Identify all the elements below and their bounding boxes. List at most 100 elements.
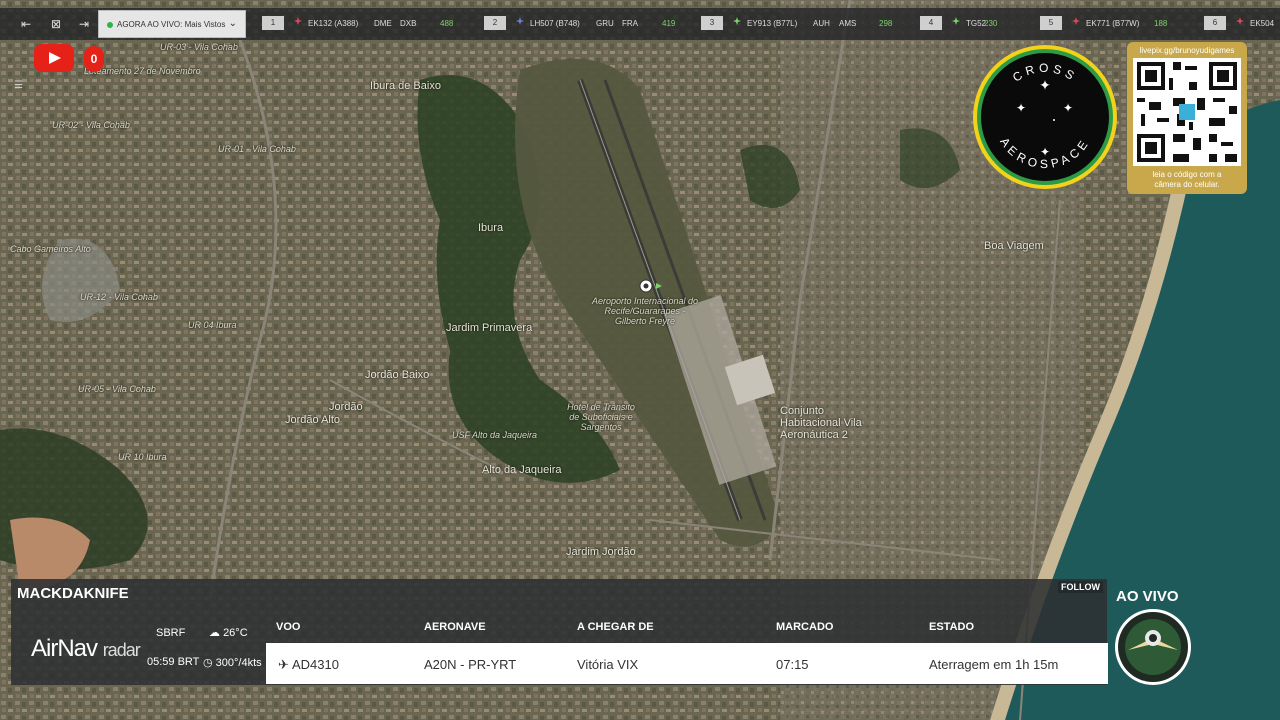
plane-icon <box>516 17 524 25</box>
plane-icon <box>294 17 302 25</box>
flight-number: AD4310 <box>292 657 339 672</box>
dropdown-label: AGORA AO VIVO: Mais Vistos <box>117 20 226 29</box>
svg-text:✦: ✦ <box>1063 101 1073 115</box>
table-row[interactable]: ✈ AD4310 A20N - PR-YRT Vitória VIX 07:15… <box>266 643 1108 684</box>
wind-value: 300°/4kts <box>215 657 262 669</box>
top-flights-bar: ⇤ ⊠ ⇥ AGORA AO VIVO: Mais Vistos ⌄ 1 EK13… <box>0 8 1280 40</box>
map-label: Cabo Gameiros Alto <box>10 244 91 254</box>
wind-icon: ◷ <box>203 657 213 669</box>
map-label: Jordão Baixo <box>365 369 430 381</box>
col-origem: A CHEGAR DE <box>577 621 654 633</box>
flight-dest: AMS <box>839 19 857 28</box>
airport-code: SBRF <box>156 627 186 639</box>
local-time: 05:59 BRT <box>147 656 200 668</box>
col-marcado: MARCADO <box>776 621 834 633</box>
flight-callsign: EK504 <box>1250 19 1275 28</box>
plane-icon <box>733 17 741 25</box>
map-label: UR-03 - Vila Cohab <box>160 42 238 52</box>
donation-qr-card[interactable]: livepix.gg/brunoyudigames leia o código … <box>1127 42 1247 194</box>
close-panel-icon[interactable]: ⊠ <box>48 16 64 32</box>
flight-rank: 5 <box>1040 16 1062 30</box>
qr-code-image <box>1133 58 1241 166</box>
temperature: ☁ 26°C <box>209 626 248 639</box>
airport-label: Aeroporto Internacional do Recife/Guarar… <box>591 296 699 326</box>
flight-rank: 6 <box>1204 16 1226 30</box>
flight-rank: 3 <box>701 16 723 30</box>
map-label: Jordão Alto <box>285 414 341 426</box>
list-icon[interactable]: ☰ <box>14 80 28 92</box>
flight-callsign: TG52 <box>966 19 987 28</box>
map-label: UR-02 - Vila Cohab <box>52 120 130 130</box>
col-voo: VOO <box>276 621 301 633</box>
map-label: UR 04 Ibura <box>188 320 237 330</box>
map-label: USF Alto da Jaqueira <box>452 430 538 440</box>
viewer-count: 419 <box>662 19 676 28</box>
channel-badge-logo <box>1115 609 1191 685</box>
viewer-count: 188 <box>1154 19 1168 28</box>
live-dot-icon <box>107 22 113 28</box>
temperature-value: 26°C <box>223 627 248 639</box>
map-label: Jardim Jordão <box>566 546 636 558</box>
svg-text:✦: ✦ <box>1016 101 1026 115</box>
next-icon[interactable]: ⇥ <box>76 16 92 32</box>
qr-hint-line2: câmera do celular. <box>1154 180 1220 189</box>
flight-dest: FRA <box>622 19 638 28</box>
svg-text:✦: ✦ <box>1040 145 1050 159</box>
live-label: AO VIVO <box>1116 588 1179 605</box>
flight-rank: 1 <box>262 16 284 30</box>
airnav-logo: AirNav radar <box>31 635 141 663</box>
plane-icon <box>952 17 960 25</box>
map-label: Ibura de Baixo <box>370 80 441 92</box>
flight-callsign: LH507 (B748) <box>530 19 580 28</box>
live-view-dropdown[interactable]: AGORA AO VIVO: Mais Vistos ⌄ <box>98 10 246 38</box>
svg-text:✦: ✦ <box>1039 78 1051 94</box>
map-label: UR 10 Ibura <box>118 452 167 462</box>
flight-origin: AUH <box>813 19 830 28</box>
plane-icon: ✈ <box>278 657 289 672</box>
flight-status: Aterragem em 1h 15m <box>929 657 1059 672</box>
flight-rank: 4 <box>920 16 942 30</box>
plane-icon <box>1072 17 1080 25</box>
brand-main: AirNav <box>31 635 98 662</box>
follow-button[interactable]: FOLLOW <box>1058 581 1103 593</box>
flight-callsign: EK771 (B77W) <box>1086 19 1140 28</box>
scheduled-time: 07:15 <box>776 657 809 672</box>
map-label: Conjunto Habitacional Vila Aeronáutica 2 <box>780 405 862 441</box>
origin: Vitória VIX <box>577 657 639 672</box>
youtube-count-badge: 0 <box>84 46 104 72</box>
map-label: UR-05 - Vila Cohab <box>78 384 156 394</box>
flight-origin: GRU <box>596 19 614 28</box>
cloud-icon: ☁ <box>209 627 220 639</box>
col-estado: ESTADO <box>929 621 975 633</box>
viewer-count: 488 <box>440 19 454 28</box>
map-label: Jardim Primavera <box>446 322 533 334</box>
flight-origin: DME <box>374 19 392 28</box>
flight-info-panel: MACKDAKNIFE FOLLOW AirNav radar SBRF 05:… <box>11 579 1108 685</box>
map-label: UR-01 - Vila Cohab <box>218 144 296 154</box>
flight-rank: 2 <box>484 16 506 30</box>
aircraft: A20N - PR-YRT <box>424 657 517 672</box>
map-label: Alto da Jaqueira <box>482 464 562 476</box>
cross-aerospace-logo: CROSS AEROSPACE ✦ ✦ ✦ ✦ <box>973 45 1117 189</box>
map-label: UR-12 - Vila Cohab <box>80 292 158 302</box>
qr-hint-line1: leia o código com a <box>1152 170 1222 179</box>
map-label: Jordão <box>329 401 363 413</box>
map-label: Boa Viagem <box>984 240 1044 252</box>
map-label: Hotel de Trânsito de Suboficiais e Sarge… <box>567 402 635 432</box>
brand-sub: radar <box>102 640 141 660</box>
collapse-icon[interactable]: ⇤ <box>18 16 34 32</box>
viewer-count: 298 <box>879 19 893 28</box>
qr-url: livepix.gg/brunoyudigames <box>1139 46 1235 55</box>
map-label: Ibura <box>478 222 504 234</box>
flight-dest: DXB <box>400 19 417 28</box>
flight-callsign: EY913 (B77L) <box>747 19 798 28</box>
chevron-down-icon: ⌄ <box>228 18 237 29</box>
flight-callsign: EK132 (A388) <box>308 19 359 28</box>
col-aeronave: AERONAVE <box>424 621 486 633</box>
flight-table-header: VOO AERONAVE A CHEGAR DE MARCADO ESTADO <box>266 619 1108 643</box>
plane-icon <box>1236 17 1244 25</box>
username: MACKDAKNIFE <box>17 585 129 602</box>
youtube-icon[interactable] <box>34 44 74 72</box>
viewer-count: 230 <box>984 19 998 28</box>
qr-hint: leia o código com a câmera do celular. <box>1127 170 1247 190</box>
